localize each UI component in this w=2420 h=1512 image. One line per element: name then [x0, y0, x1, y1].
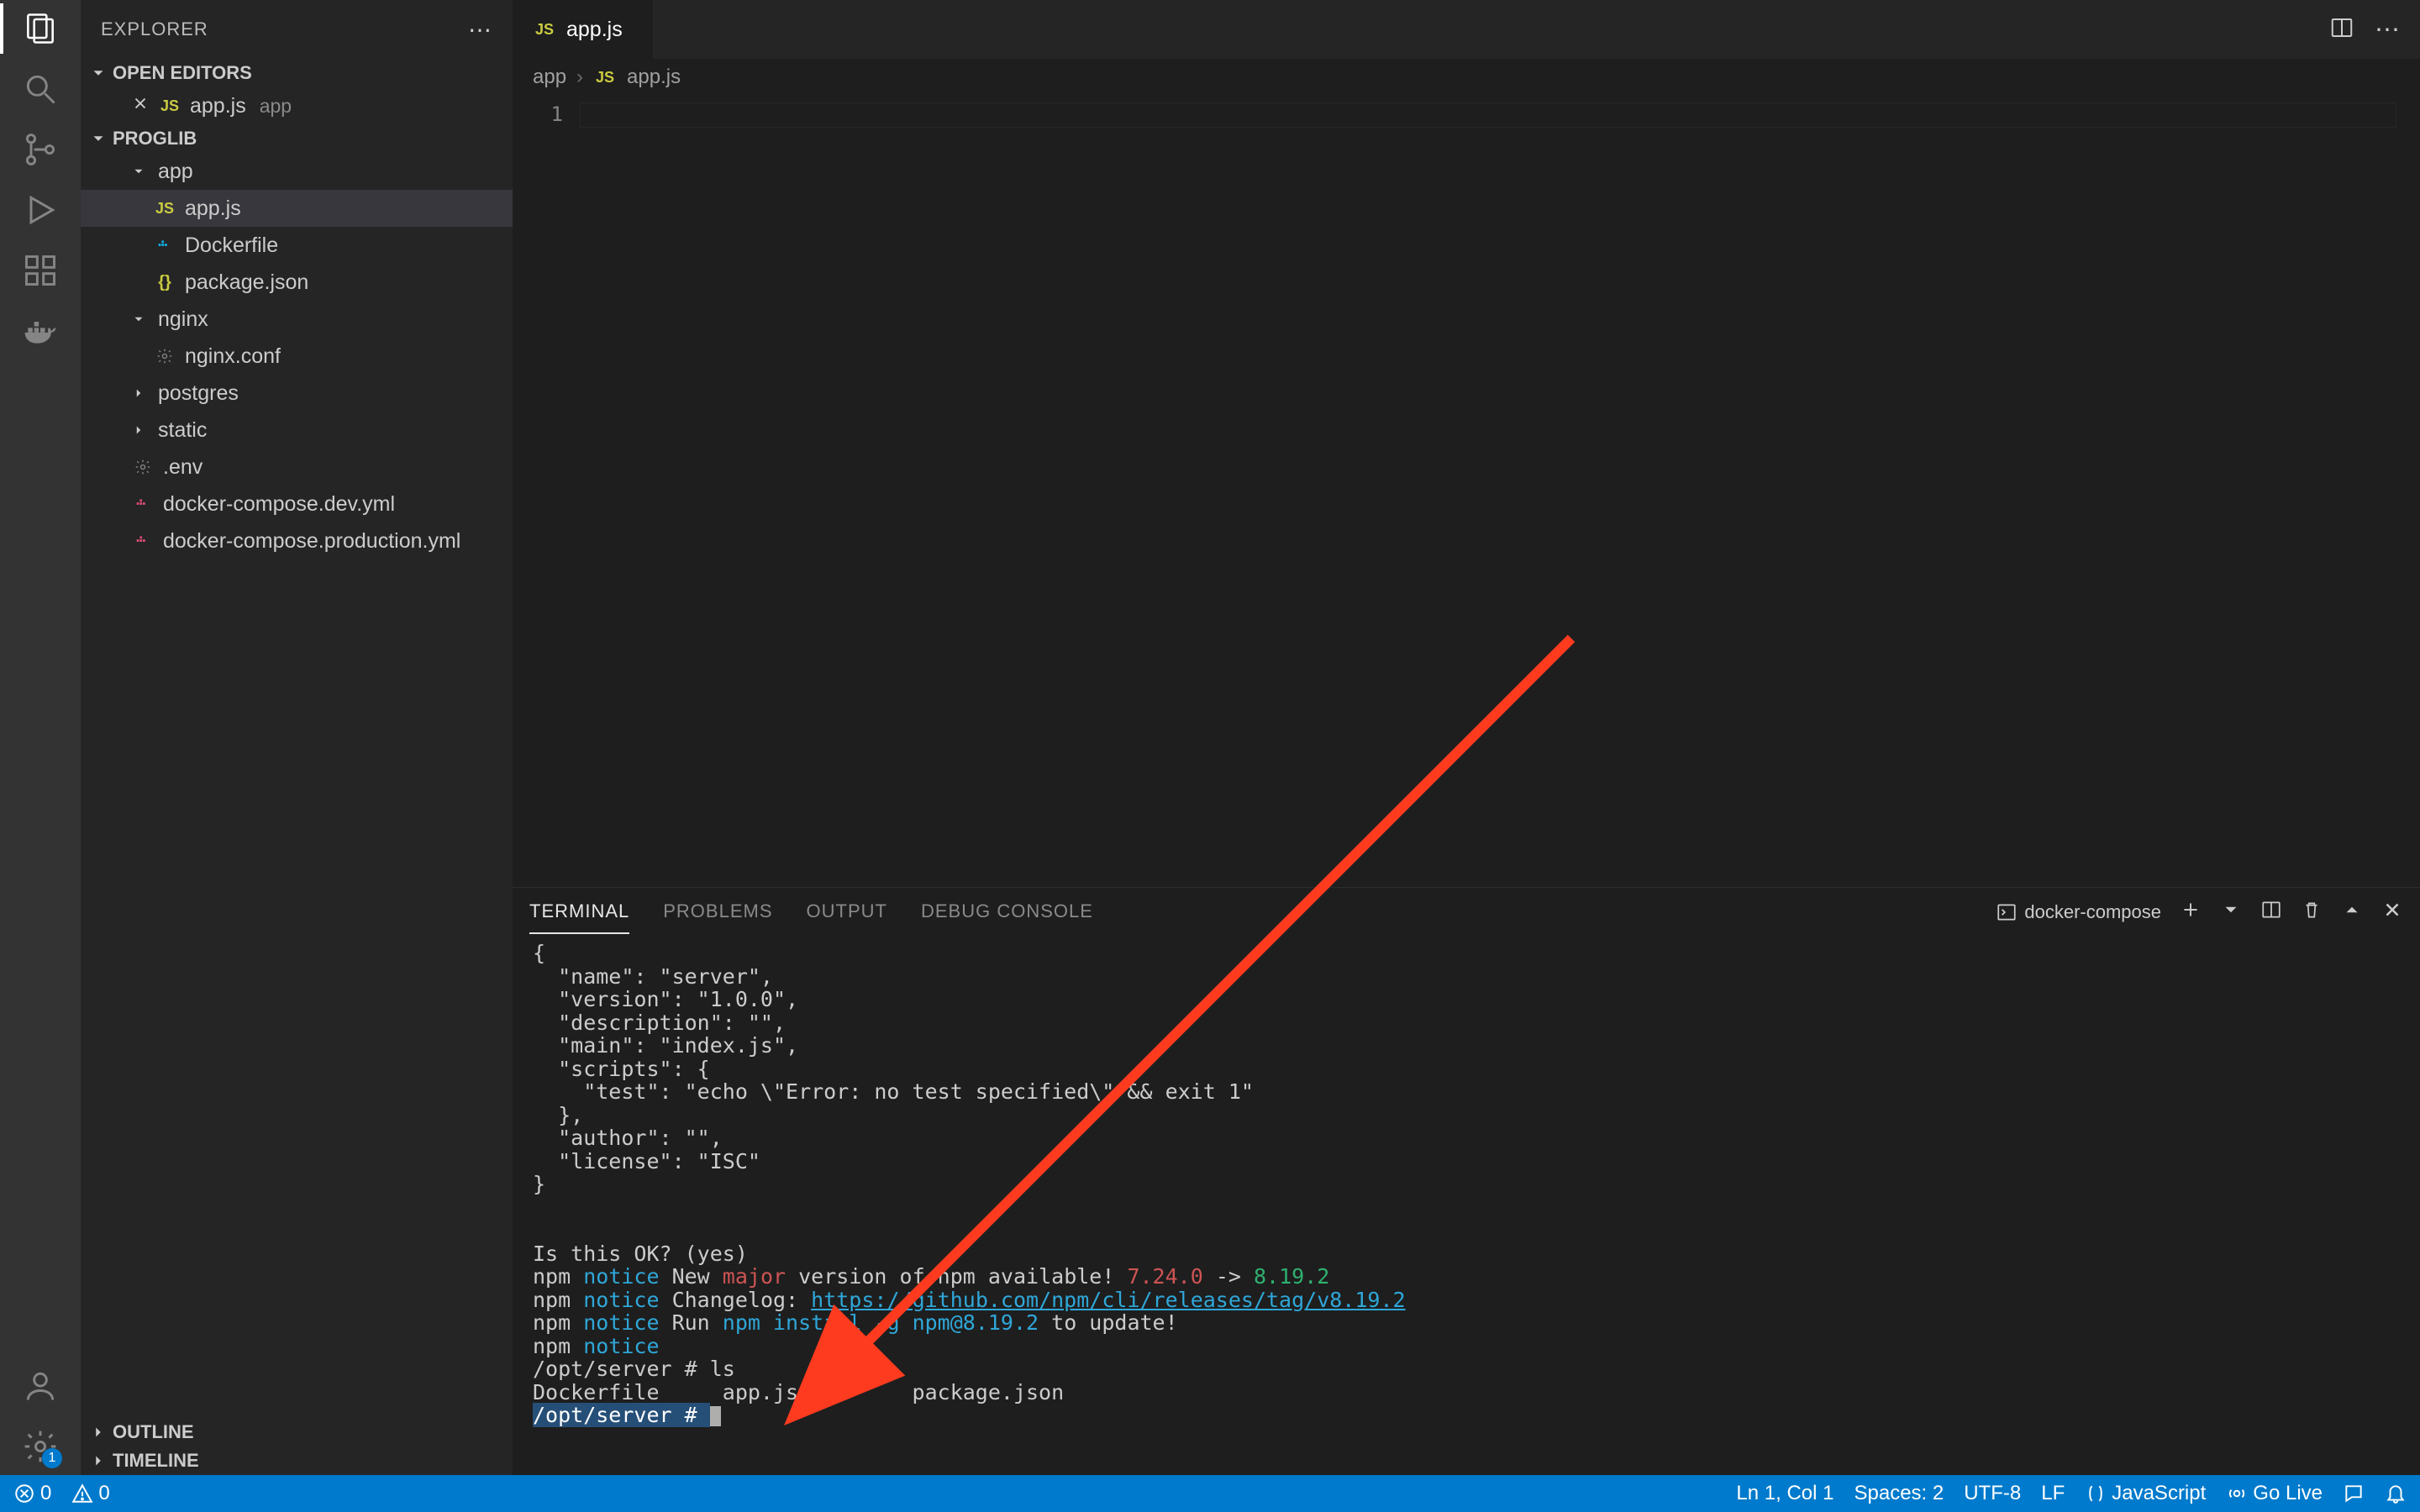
search-activity-icon[interactable]	[20, 69, 60, 109]
config-file-icon	[131, 459, 155, 475]
bottom-panel: TERMINAL PROBLEMS OUTPUT DEBUG CONSOLE d…	[513, 887, 2420, 1475]
new-terminal-icon[interactable]	[2180, 899, 2202, 926]
chevron-down-icon	[131, 312, 150, 327]
js-file-icon: JS	[153, 200, 176, 218]
file-item[interactable]: nginx.conf	[81, 338, 513, 375]
open-editor-item[interactable]: JS app.js app	[81, 87, 513, 124]
extensions-activity-icon[interactable]	[20, 250, 60, 291]
status-bar: 0 0 Ln 1, Col 1 Spaces: 2 UTF-8 LF JavaS…	[0, 1475, 2420, 1512]
editor-group: JS app.js ⋯ app › JS app.js	[513, 0, 2420, 1475]
run-debug-activity-icon[interactable]	[20, 190, 60, 230]
maximize-panel-icon[interactable]	[2341, 899, 2363, 926]
explorer-activity-icon[interactable]	[20, 8, 60, 49]
settings-badge: 1	[42, 1448, 62, 1468]
terminal-instance-label[interactable]: docker-compose	[1996, 901, 2161, 923]
docker-file-icon	[153, 236, 176, 255]
problems-tab[interactable]: PROBLEMS	[663, 890, 772, 934]
config-file-icon	[153, 348, 176, 365]
file-item[interactable]: docker-compose.production.yml	[81, 522, 513, 559]
chevron-down-icon	[89, 129, 108, 148]
sidebar-title: EXPLORER	[101, 18, 208, 40]
sidebar-more-icon[interactable]: ⋯	[468, 16, 492, 44]
indentation-status[interactable]: Spaces: 2	[1854, 1482, 1944, 1505]
open-editors-section[interactable]: OPEN EDITORS	[81, 59, 513, 87]
encoding-status[interactable]: UTF-8	[1964, 1482, 2021, 1505]
yaml-file-icon	[131, 495, 155, 513]
chevron-right-icon	[89, 1423, 108, 1441]
language-status[interactable]: JavaScript	[2085, 1482, 2206, 1505]
timeline-section[interactable]: TIMELINE	[81, 1446, 513, 1475]
line-number-gutter: 1	[513, 96, 580, 887]
docker-activity-icon[interactable]	[20, 311, 60, 351]
outline-section[interactable]: OUTLINE	[81, 1418, 513, 1446]
feedback-icon[interactable]	[2343, 1483, 2365, 1504]
yaml-file-icon	[131, 532, 155, 550]
terminal-dropdown-icon[interactable]	[2220, 899, 2242, 926]
json-file-icon: {}	[153, 273, 176, 292]
explorer-sidebar: EXPLORER ⋯ OPEN EDITORS JS app.js app	[81, 0, 513, 1475]
chevron-right-icon	[131, 423, 150, 438]
folder-item[interactable]: nginx	[81, 301, 513, 338]
go-live-status[interactable]: Go Live	[2226, 1482, 2323, 1505]
chevron-right-icon: ›	[576, 66, 583, 89]
folder-item[interactable]: app	[81, 153, 513, 190]
editor-tab[interactable]: JS app.js	[513, 0, 654, 59]
errors-status[interactable]: 0	[13, 1482, 51, 1505]
file-item[interactable]: JSapp.js	[81, 190, 513, 227]
terminal-output[interactable]: { "name": "server", "version": "1.0.0", …	[513, 937, 2420, 1475]
source-control-activity-icon[interactable]	[20, 129, 60, 170]
close-icon[interactable]	[131, 94, 150, 118]
breadcrumb[interactable]: app › JS app.js	[513, 59, 2420, 96]
close-panel-icon[interactable]	[2381, 899, 2403, 926]
activity-bar: 1	[0, 0, 81, 1475]
file-item[interactable]: Dockerfile	[81, 227, 513, 264]
cursor-position-status[interactable]: Ln 1, Col 1	[1736, 1482, 1833, 1505]
file-item[interactable]: .env	[81, 449, 513, 486]
chevron-down-icon	[131, 164, 150, 179]
js-file-icon: JS	[158, 97, 182, 115]
more-actions-icon[interactable]: ⋯	[2375, 15, 2400, 45]
code-editor[interactable]: 1	[513, 96, 2420, 887]
folder-item[interactable]: postgres	[81, 375, 513, 412]
project-section[interactable]: PROGLIB	[81, 124, 513, 153]
kill-terminal-icon[interactable]	[2301, 899, 2323, 926]
split-terminal-icon[interactable]	[2260, 899, 2282, 926]
notifications-icon[interactable]	[2385, 1483, 2407, 1504]
js-file-icon: JS	[533, 21, 556, 39]
chevron-right-icon	[131, 386, 150, 401]
current-line-highlight	[580, 102, 2396, 128]
file-item[interactable]: docker-compose.dev.yml	[81, 486, 513, 522]
settings-activity-icon[interactable]: 1	[20, 1426, 60, 1467]
output-tab[interactable]: OUTPUT	[807, 890, 887, 934]
terminal-tab[interactable]: TERMINAL	[529, 890, 629, 934]
warnings-status[interactable]: 0	[71, 1482, 109, 1505]
accounts-activity-icon[interactable]	[20, 1366, 60, 1406]
chevron-right-icon	[89, 1452, 108, 1470]
eol-status[interactable]: LF	[2041, 1482, 2065, 1505]
folder-item[interactable]: static	[81, 412, 513, 449]
chevron-down-icon	[89, 64, 108, 82]
debug-console-tab[interactable]: DEBUG CONSOLE	[921, 890, 1093, 934]
split-editor-icon[interactable]	[2329, 15, 2354, 45]
js-file-icon: JS	[593, 69, 617, 87]
file-item[interactable]: {}package.json	[81, 264, 513, 301]
